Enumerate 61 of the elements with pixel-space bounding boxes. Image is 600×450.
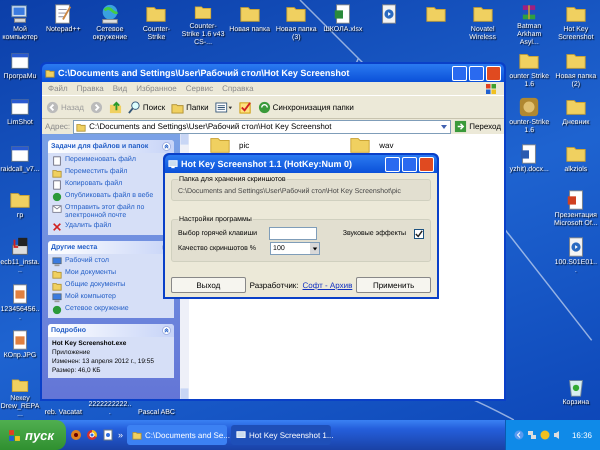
browser-icon[interactable] [86,429,98,441]
windows-logo-icon [484,82,498,94]
hotkey-field[interactable] [269,227,318,240]
taskbar-button[interactable]: Hot Key Screenshot 1... [231,425,332,445]
clock: 16:36 [572,430,592,440]
close-button[interactable] [419,156,434,172]
search-button[interactable]: Поиск [128,100,166,114]
copy-icon [52,180,62,190]
desktop-icon [52,257,62,267]
game-icon[interactable] [518,96,540,118]
window-title: C:\Documents and Settings\User\Рабочий стол\Hot Key Screenshot [58,68,350,78]
views-button[interactable] [214,100,233,114]
globe-icon [52,192,62,202]
go-arrow-icon [454,120,468,133]
folder-label[interactable]: pic [239,140,250,150]
minimize-button[interactable] [385,156,400,172]
maximize-button[interactable] [402,156,417,172]
computer-icon [52,293,62,303]
minimize-button[interactable] [452,66,467,80]
folder-icon [52,281,62,291]
checklist-icon[interactable] [238,100,252,114]
sync-icon [258,100,271,114]
app-icon [168,159,178,169]
start-button[interactable]: пуск [0,420,66,450]
collapse-button[interactable] [162,326,171,335]
exit-button[interactable]: Выход [171,277,246,293]
caret-icon [312,246,318,252]
sync-folder-button[interactable]: Синхронизация папки [258,100,354,114]
address-label: Адрес: [45,122,70,131]
address-field[interactable]: C:\Documents and Settings\User\Рабочий стол\Hot Key Screenshot [73,120,452,134]
collapse-button[interactable] [162,142,171,151]
maximize-button[interactable] [469,66,484,80]
up-folder-icon[interactable] [108,100,122,114]
circle-app-icon[interactable] [70,429,82,441]
more-button[interactable]: » [118,430,124,440]
developer-link[interactable]: Софт - Архив [302,280,352,290]
network-icon [52,305,62,315]
window-title: Hot Key Screenshot 1.1 (HotKey:Num 0) [181,159,354,169]
folder-icon [76,122,86,132]
sound-effects-checkbox[interactable] [414,228,424,238]
installer-icon[interactable] [9,236,31,258]
move-icon [52,168,62,178]
go-button[interactable]: Переход [454,120,501,133]
search-icon [128,100,141,114]
close-button[interactable] [486,66,501,80]
document-icon[interactable] [102,429,114,441]
expand-icon[interactable] [514,430,524,440]
folder-icon [132,430,142,440]
delete-icon [52,222,62,232]
folder-label[interactable]: wav [379,140,394,150]
apply-button[interactable]: Применить [356,277,431,293]
dropdown-arrow-icon[interactable] [440,122,448,130]
mail-icon [52,204,62,214]
developer-label: Разработчик: [250,280,299,290]
taskbar-button[interactable]: C:\Documents and Se... [127,425,228,445]
rename-icon [52,156,62,166]
documents-icon [52,269,62,279]
windows-logo-icon [8,428,21,442]
folders-button[interactable]: Папки [171,100,209,114]
folder-icon [45,68,55,78]
window-icon [236,430,246,440]
